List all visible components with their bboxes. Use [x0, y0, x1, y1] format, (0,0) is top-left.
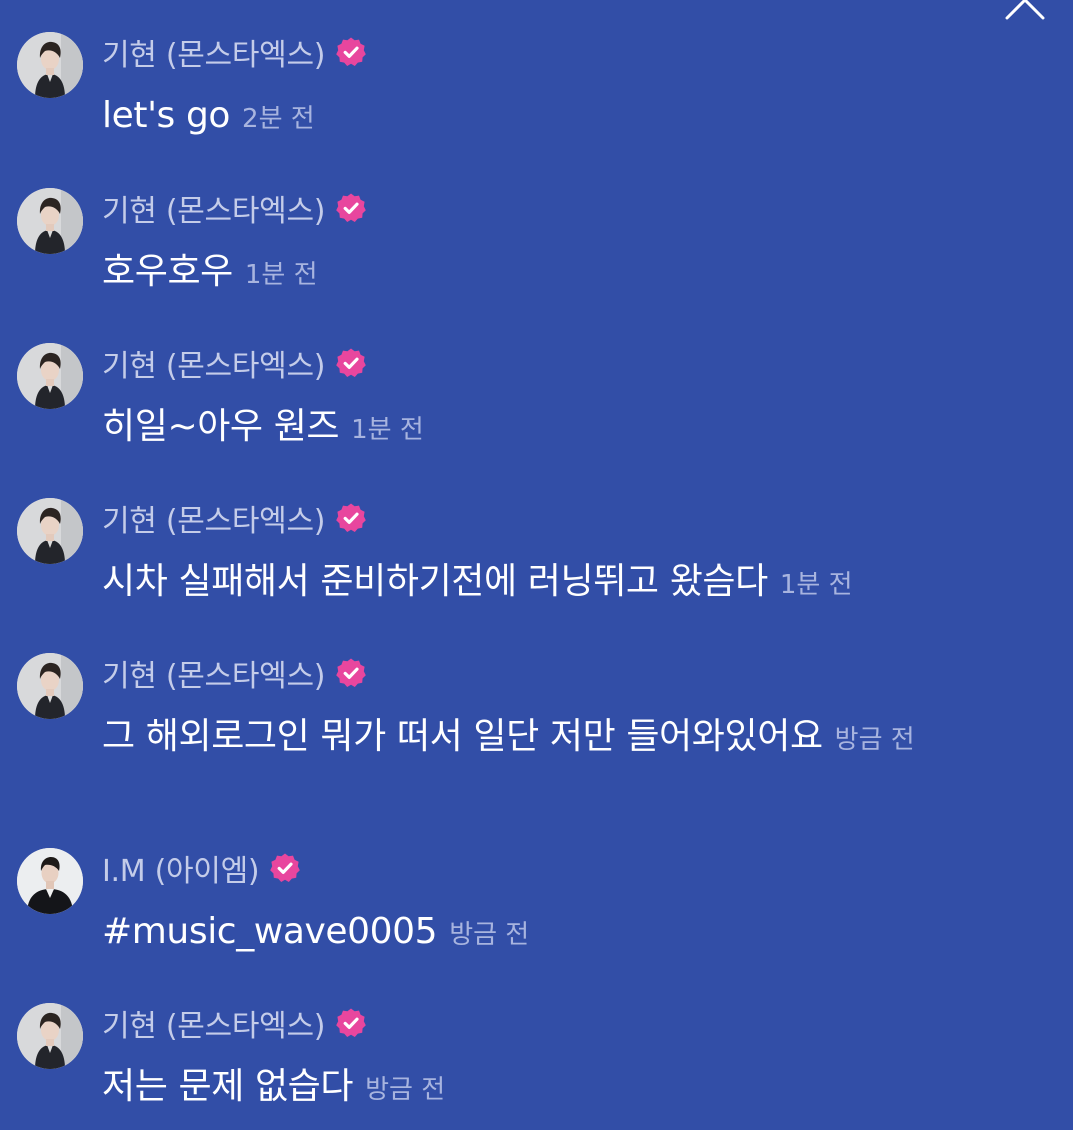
message-text: #music_wave0005 — [102, 911, 438, 952]
avatar[interactable] — [17, 188, 83, 254]
message-body: let's go 2분 전 — [102, 90, 982, 145]
sender-name[interactable]: 기현 (몬스타엑스) — [102, 1001, 325, 1045]
message-time: 방금 전 — [834, 725, 915, 755]
verified-badge-icon — [335, 36, 367, 68]
message-time: 2분 전 — [242, 104, 315, 134]
message-text: 히일~아우 원즈 — [102, 406, 340, 447]
message-body: 그 해외로그인 뭐가 떠서 일단 저만 들어와있어요 방금 전 — [102, 711, 967, 766]
verified-badge-icon — [335, 347, 367, 379]
avatar[interactable] — [17, 1003, 83, 1069]
message-time: 방금 전 — [449, 920, 530, 950]
avatar[interactable] — [17, 653, 83, 719]
message-header: 기현 (몬스타엑스) — [102, 30, 367, 74]
avatar[interactable] — [17, 848, 83, 914]
message-body: 히일~아우 원즈 1분 전 — [102, 401, 982, 456]
message-body: 시차 실패해서 준비하기전에 러닝뛰고 왔슴다 1분 전 — [102, 556, 982, 611]
avatar[interactable] — [17, 498, 83, 564]
verified-badge-icon — [269, 852, 301, 884]
verified-badge-icon — [335, 502, 367, 534]
sender-name[interactable]: 기현 (몬스타엑스) — [102, 496, 325, 540]
sender-name[interactable]: 기현 (몬스타엑스) — [102, 651, 325, 695]
message-header: 기현 (몬스타엑스) — [102, 186, 367, 230]
message-text: 저는 문제 없습다 — [102, 1066, 354, 1107]
message-header: I.M (아이엠) — [102, 846, 301, 890]
verified-badge-icon — [335, 1007, 367, 1039]
avatar[interactable] — [17, 343, 83, 409]
message-time: 1분 전 — [244, 260, 318, 290]
message-text: 호우호우 — [102, 251, 233, 292]
message-header: 기현 (몬스타엑스) — [102, 1001, 367, 1045]
chat-panel: 기현 (몬스타엑스) let's go 2분 전 기현 (몬스타엑스) 호우호우 1… — [0, 0, 1073, 1130]
verified-badge-icon — [335, 192, 367, 224]
sender-name[interactable]: I.M (아이엠) — [102, 846, 260, 890]
message-text: 그 해외로그인 뭐가 떠서 일단 저만 들어와있어요 — [102, 716, 823, 757]
sender-name[interactable]: 기현 (몬스타엑스) — [102, 341, 325, 385]
message-text: let's go — [102, 95, 231, 136]
message-time: 1분 전 — [351, 415, 424, 445]
message-body: 저는 문제 없습다 방금 전 — [102, 1061, 982, 1116]
close-icon[interactable] — [1003, 0, 1047, 20]
message-body: #music_wave0005 방금 전 — [102, 906, 982, 961]
message-body: 호우호우 1분 전 — [102, 246, 982, 301]
message-time: 1분 전 — [779, 570, 853, 600]
verified-badge-icon — [335, 657, 367, 689]
message-header: 기현 (몬스타엑스) — [102, 651, 367, 695]
message-text: 시차 실패해서 준비하기전에 러닝뛰고 왔슴다 — [102, 561, 768, 602]
avatar[interactable] — [17, 32, 83, 98]
message-header: 기현 (몬스타엑스) — [102, 496, 367, 540]
sender-name[interactable]: 기현 (몬스타엑스) — [102, 30, 325, 74]
message-time: 방금 전 — [365, 1075, 446, 1105]
message-header: 기현 (몬스타엑스) — [102, 341, 367, 385]
sender-name[interactable]: 기현 (몬스타엑스) — [102, 186, 325, 230]
